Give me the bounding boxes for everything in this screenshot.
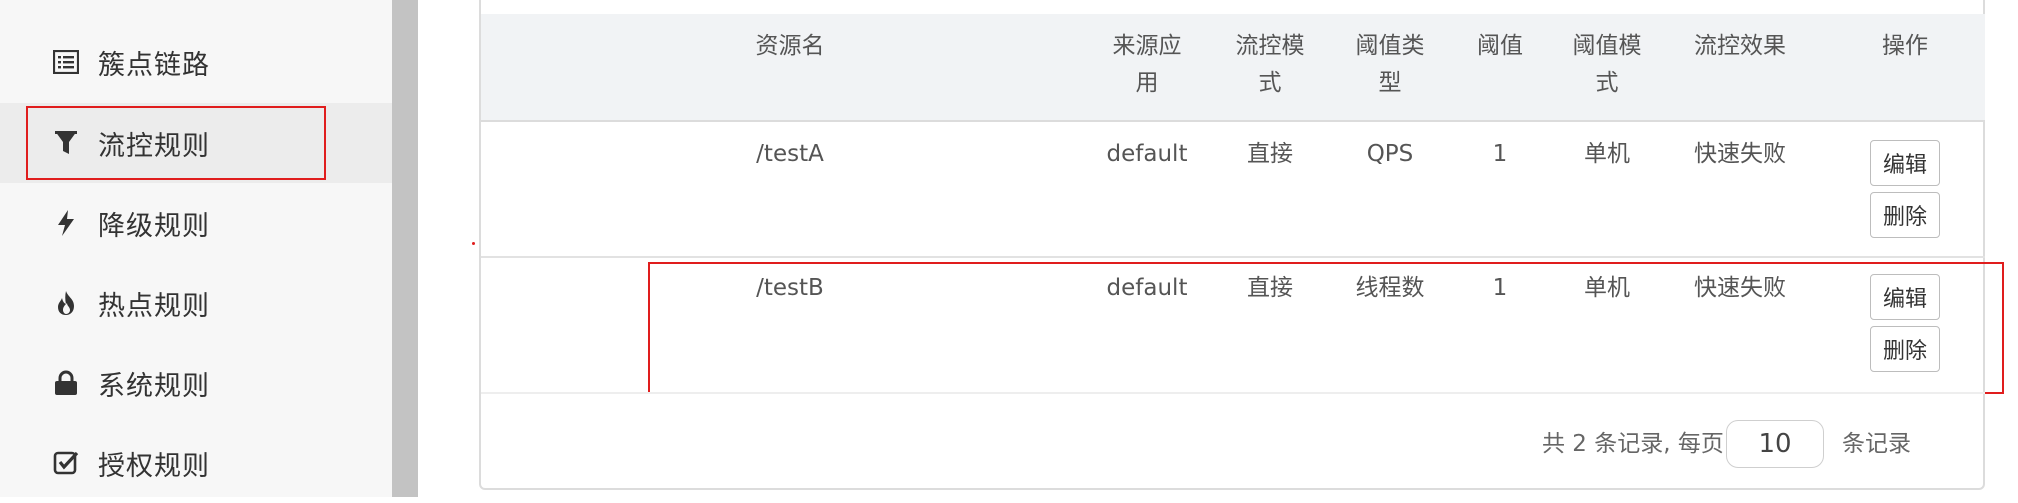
cell-control-mode: 直接 [1247, 275, 1293, 301]
pagination-summary: 共 2 条记录, 每页 [1542, 431, 1724, 457]
sidebar-item-flow-rules[interactable]: 流控规则 [0, 103, 392, 183]
header-threshold-type-line1: 阈值类 [1355, 33, 1425, 59]
header-control-mode-line1: 流控模 [1235, 33, 1305, 59]
page-size-input[interactable] [1726, 420, 1824, 468]
sidebar-item-label: 簇点链路 [98, 49, 210, 81]
cell-threshold-type: QPS [1366, 141, 1414, 167]
header-threshold-mode-line1: 阈值模 [1572, 33, 1642, 59]
lock-icon [52, 369, 80, 397]
cell-threshold-type: 线程数 [1355, 275, 1425, 301]
sidebar-item-cluster-link[interactable]: 簇点链路 [0, 22, 392, 102]
header-threshold-type-line2: 型 [1378, 70, 1402, 96]
header-threshold-type: 阈值类 型 [1335, 28, 1445, 102]
edit-button[interactable]: 编辑 [1870, 274, 1940, 320]
cell-threshold-mode: 单机 [1584, 275, 1630, 301]
header-control-mode-line2: 式 [1258, 70, 1282, 96]
header-control-effect: 流控效果 [1694, 33, 1786, 59]
cell-resource: /testA [756, 141, 824, 167]
bolt-icon [52, 209, 80, 237]
header-actions: 操作 [1882, 33, 1928, 59]
sidebar-item-system-rules[interactable]: 系统规则 [0, 343, 392, 423]
sidebar-item-hotspot-rules[interactable]: 热点规则 [0, 263, 392, 343]
header-threshold-mode-line2: 式 [1595, 70, 1619, 96]
cell-control-effect: 快速失败 [1694, 141, 1786, 167]
sidebar-scrollbar[interactable] [392, 0, 418, 497]
cell-threshold: 1 [1492, 141, 1508, 167]
sidebar: 簇点链路 流控规则 降级规则 热点规则 系统规则 授权规则 [0, 0, 392, 497]
header-threshold-mode: 阈值模 式 [1552, 28, 1662, 102]
cell-control-effect: 快速失败 [1694, 275, 1786, 301]
sidebar-item-label: 热点规则 [98, 290, 210, 322]
header-control-mode: 流控模 式 [1215, 28, 1325, 102]
sidebar-item-label: 系统规则 [98, 370, 210, 402]
filter-icon [52, 129, 80, 157]
cell-threshold: 1 [1492, 275, 1508, 301]
header-threshold: 阈值 [1477, 33, 1523, 59]
edit-button[interactable]: 编辑 [1870, 140, 1940, 186]
list-icon [52, 48, 80, 76]
row-divider [481, 256, 1985, 258]
cell-limit-app: default [1106, 275, 1188, 301]
sidebar-item-label: 降级规则 [98, 210, 210, 242]
header-limit-app: 来源应 用 [1092, 28, 1202, 102]
annotation-dot [472, 242, 475, 245]
fire-icon [52, 289, 80, 317]
delete-button[interactable]: 删除 [1870, 192, 1940, 238]
header-limit-app-line2: 用 [1135, 70, 1159, 96]
sidebar-item-label: 授权规则 [98, 450, 210, 482]
cell-control-mode: 直接 [1247, 141, 1293, 167]
header-resource: 资源名 [755, 33, 825, 59]
header-limit-app-line1: 来源应 [1112, 33, 1182, 59]
cell-limit-app: default [1106, 141, 1188, 167]
cell-resource: /testB [756, 275, 824, 301]
row-divider [481, 392, 1985, 394]
pagination-suffix: 条记录 [1842, 431, 1911, 457]
sidebar-item-authority-rules[interactable]: 授权规则 [0, 423, 392, 503]
check-square-icon [52, 449, 80, 477]
sidebar-item-label: 流控规则 [98, 130, 210, 162]
delete-button[interactable]: 删除 [1870, 326, 1940, 372]
cell-threshold-mode: 单机 [1584, 141, 1630, 167]
sidebar-item-degrade-rules[interactable]: 降级规则 [0, 183, 392, 263]
